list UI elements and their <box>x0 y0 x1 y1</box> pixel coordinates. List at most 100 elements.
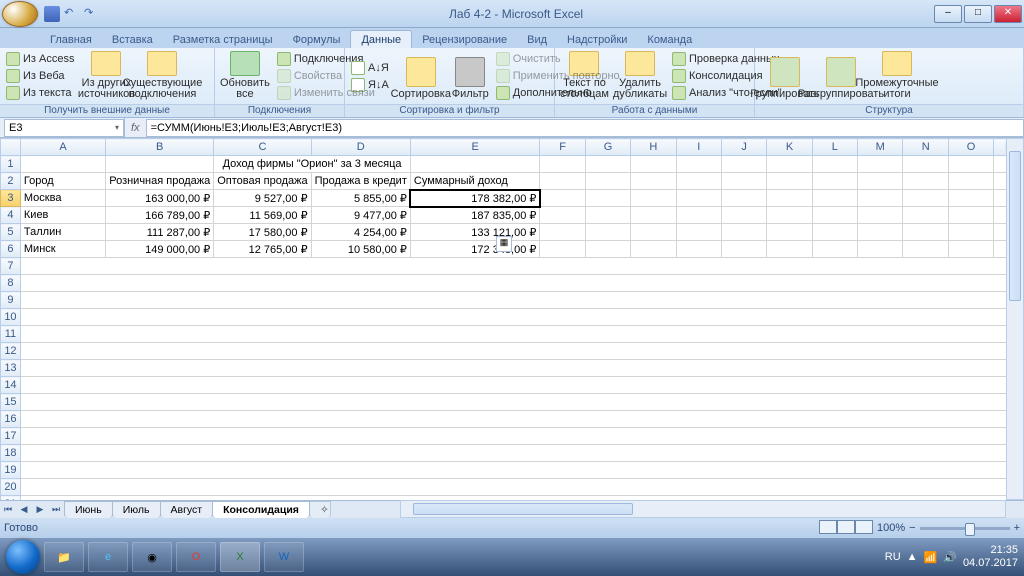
refresh-all-button[interactable]: Обновить все <box>219 50 271 102</box>
cell[interactable]: 133 121,00 ₽ <box>410 224 540 241</box>
row-header[interactable]: 18 <box>1 445 21 462</box>
taskbar-chrome-icon[interactable]: ◉ <box>132 542 172 572</box>
horizontal-scrollbar[interactable] <box>400 500 1006 518</box>
properties-button[interactable]: Свойства <box>275 68 377 84</box>
maximize-button[interactable]: □ <box>964 5 992 23</box>
taskbar-word-icon[interactable]: W <box>264 542 304 572</box>
subtotal-button[interactable]: Промежуточные итоги <box>871 50 923 102</box>
row-header[interactable]: 7 <box>1 258 21 275</box>
col-header[interactable]: H <box>631 139 676 156</box>
from-access-button[interactable]: Из Access <box>4 51 76 67</box>
fx-icon[interactable]: fx <box>124 118 146 137</box>
cell[interactable]: Город <box>20 173 105 190</box>
from-text-button[interactable]: Из текста <box>4 85 76 101</box>
tab-insert[interactable]: Вставка <box>102 31 163 48</box>
tray-lang[interactable]: RU <box>885 551 901 563</box>
nav-prev-icon[interactable]: ◀ <box>16 504 32 515</box>
sheet-tab[interactable]: Август <box>160 501 214 518</box>
close-button[interactable]: ✕ <box>994 5 1022 23</box>
remove-duplicates-button[interactable]: Удалить дубликаты <box>614 50 666 102</box>
tray-flag-icon[interactable]: ▲ <box>907 551 918 563</box>
cell[interactable]: 4 254,00 ₽ <box>311 224 410 241</box>
col-header[interactable]: N <box>903 139 948 156</box>
col-header[interactable]: O <box>948 139 993 156</box>
row-header[interactable]: 3 <box>1 190 21 207</box>
col-header[interactable]: M <box>858 139 903 156</box>
tab-addins[interactable]: Надстройки <box>557 31 637 48</box>
cell[interactable]: 11 569,00 ₽ <box>214 207 311 224</box>
clear-filter-button[interactable]: Очистить <box>494 51 622 67</box>
col-header[interactable]: G <box>585 139 630 156</box>
col-header[interactable]: C <box>214 139 311 156</box>
cell[interactable]: 166 789,00 ₽ <box>106 207 214 224</box>
cell[interactable]: Суммарный доход <box>410 173 540 190</box>
redo-icon[interactable]: ↷ <box>84 6 100 22</box>
name-box[interactable]: E3 <box>4 119 124 137</box>
tab-data[interactable]: Данные <box>350 30 412 48</box>
col-header[interactable]: B <box>106 139 214 156</box>
row-header[interactable]: 5 <box>1 224 21 241</box>
existing-connections-button[interactable]: Существующие подключения <box>136 50 188 102</box>
zoom-out-icon[interactable]: − <box>909 522 915 534</box>
row-header[interactable]: 17 <box>1 428 21 445</box>
from-web-button[interactable]: Из Веба <box>4 68 76 84</box>
taskbar-excel-icon[interactable]: X <box>220 542 260 572</box>
tray-clock[interactable]: 21:35 04.07.2017 <box>963 544 1018 570</box>
row-header[interactable]: 20 <box>1 479 21 496</box>
cell[interactable]: Продажа в кредит <box>311 173 410 190</box>
row-header[interactable]: 19 <box>1 462 21 479</box>
col-header[interactable]: D <box>311 139 410 156</box>
cell[interactable]: Доход фирмы "Орион" за 3 месяца <box>214 156 411 173</box>
cell-selected[interactable]: 178 382,00 ₽ <box>410 190 540 207</box>
cell[interactable]: 9 527,00 ₽ <box>214 190 311 207</box>
tab-review[interactable]: Рецензирование <box>412 31 517 48</box>
cell[interactable]: 187 835,00 ₽ <box>410 207 540 224</box>
row-header[interactable]: 14 <box>1 377 21 394</box>
cell[interactable]: 10 580,00 ₽ <box>311 241 410 258</box>
cell[interactable]: 9 477,00 ₽ <box>311 207 410 224</box>
col-header[interactable]: I <box>676 139 721 156</box>
tab-page-layout[interactable]: Разметка страницы <box>163 31 283 48</box>
undo-icon[interactable]: ↶ <box>64 6 80 22</box>
nav-next-icon[interactable]: ▶ <box>32 504 48 515</box>
edit-links-button[interactable]: Изменить связи <box>275 85 377 101</box>
vertical-scrollbar[interactable] <box>1006 138 1024 500</box>
cell[interactable]: 111 287,00 ₽ <box>106 224 214 241</box>
row-header[interactable]: 4 <box>1 207 21 224</box>
cell[interactable]: Розничная продажа <box>106 173 214 190</box>
tray-network-icon[interactable]: 📶 <box>924 551 938 564</box>
tab-view[interactable]: Вид <box>517 31 557 48</box>
row-header[interactable]: 15 <box>1 394 21 411</box>
save-icon[interactable] <box>44 6 60 22</box>
sheet-tab[interactable]: Июль <box>112 501 161 518</box>
reapply-button[interactable]: Применить повторно <box>494 68 622 84</box>
col-header[interactable]: A <box>20 139 105 156</box>
col-header[interactable]: E <box>410 139 540 156</box>
taskbar-ie-icon[interactable]: e <box>88 542 128 572</box>
col-header[interactable]: K <box>767 139 812 156</box>
col-header[interactable]: L <box>812 139 857 156</box>
row-header[interactable]: 1 <box>1 156 21 173</box>
cell[interactable]: 17 580,00 ₽ <box>214 224 311 241</box>
view-buttons[interactable] <box>819 520 873 537</box>
filter-button[interactable]: Фильтр <box>451 50 490 102</box>
cell[interactable]: 5 855,00 ₽ <box>311 190 410 207</box>
cell[interactable]: Минск <box>20 241 105 258</box>
row-header[interactable]: 10 <box>1 309 21 326</box>
row-header[interactable]: 13 <box>1 360 21 377</box>
paste-options-icon[interactable]: ▦ <box>496 236 512 252</box>
row-header[interactable]: 12 <box>1 343 21 360</box>
cell[interactable]: Киев <box>20 207 105 224</box>
new-sheet-button[interactable]: ✧ <box>309 501 331 518</box>
zoom-level[interactable]: 100% <box>877 522 905 534</box>
sheet-tab[interactable]: Июнь <box>64 501 113 518</box>
tab-formulas[interactable]: Формулы <box>283 31 351 48</box>
row-header[interactable]: 9 <box>1 292 21 309</box>
start-button[interactable] <box>6 540 40 574</box>
tab-team[interactable]: Команда <box>637 31 702 48</box>
nav-last-icon[interactable]: ⏭ <box>48 504 64 515</box>
cell[interactable]: Таллин <box>20 224 105 241</box>
row-header[interactable]: 11 <box>1 326 21 343</box>
taskbar-explorer-icon[interactable]: 📁 <box>44 542 84 572</box>
tab-home[interactable]: Главная <box>40 31 102 48</box>
